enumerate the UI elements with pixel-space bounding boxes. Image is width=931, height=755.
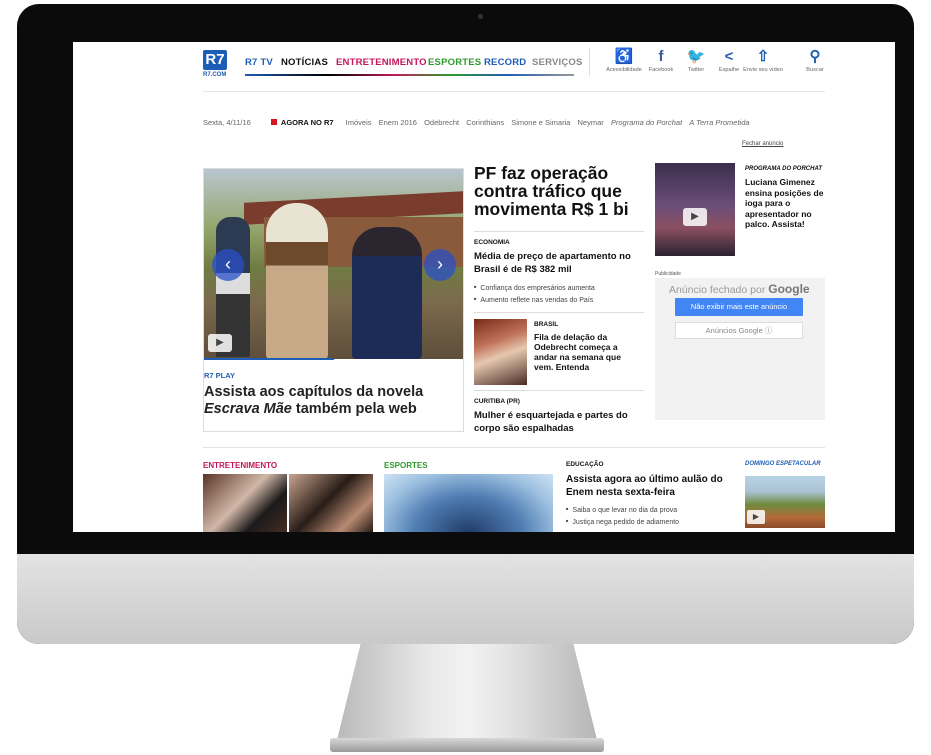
facebook-icon: f xyxy=(658,48,664,65)
accessibility-button[interactable]: ♿ Acessibilidade xyxy=(604,48,644,73)
facebook-button[interactable]: f Facebook xyxy=(641,48,681,73)
r7-logo-sub: R7.COM xyxy=(203,72,227,78)
trending-link[interactable]: Enem 2016 xyxy=(379,118,417,127)
google-ads-button[interactable]: Anúncios Google ⓘ xyxy=(675,322,803,339)
play-icon[interactable]: ▶ xyxy=(208,334,232,352)
header-divider xyxy=(203,91,825,92)
date-label: Sexta, 4/11/16 xyxy=(203,118,251,127)
trending-link[interactable]: Imóveis xyxy=(346,118,372,127)
camera-dot xyxy=(478,14,483,19)
related-link[interactable]: Confiança dos empresários aumenta xyxy=(474,282,644,294)
monitor-frame: R7 R7.COM R7 TV NOTÍCIAS ENTRETENIMENTO … xyxy=(17,4,914,644)
trending-link[interactable]: A Terra Prometida xyxy=(689,118,749,127)
story-title[interactable]: Mulher é esquartejada e partes do corpo … xyxy=(474,410,646,435)
browser-screen: R7 R7.COM R7 TV NOTÍCIAS ENTRETENIMENTO … xyxy=(73,42,895,532)
trending-link[interactable]: Corinthians xyxy=(466,118,504,127)
feature-title[interactable]: Assista aos capítulos da novela Escrava … xyxy=(204,384,459,418)
section-label-esportes[interactable]: ESPORTES xyxy=(384,461,428,470)
nav-item-servicos[interactable]: SERVIÇOS xyxy=(532,57,583,68)
feature-hat: R7 PLAY xyxy=(204,371,235,380)
story-bullets: Confiança dos empresários aumenta Aument… xyxy=(474,282,644,305)
close-ad-link[interactable]: Fechar anúncio xyxy=(742,141,783,147)
porchat-thumbnail[interactable]: ▶ xyxy=(655,163,735,256)
trending-bar: Sexta, 4/11/16 AGORA NO R7 Imóveis Enem … xyxy=(203,118,755,127)
trending-link[interactable]: Simone e Simaria xyxy=(511,118,570,127)
porchat-title[interactable]: Luciana Gimenez ensina posições de ioga … xyxy=(745,177,833,230)
entertainment-thumbnail[interactable] xyxy=(203,474,287,532)
story-hat: CURITIBA (PR) xyxy=(474,398,520,405)
live-square-icon xyxy=(270,119,277,125)
accessibility-icon: ♿ xyxy=(614,48,634,65)
education-bullets: Saiba o que levar no dia da prova Justiç… xyxy=(566,504,731,527)
trending-link[interactable]: Neymar xyxy=(578,118,604,127)
play-icon[interactable]: ▶ xyxy=(747,510,765,524)
divider xyxy=(474,312,644,313)
nav-underline xyxy=(245,74,574,76)
upload-video-icon: ⇧ xyxy=(756,48,770,65)
monitor-stand-base xyxy=(330,738,604,752)
nav-item-record[interactable]: RECORD xyxy=(484,57,526,68)
entertainment-thumbnail[interactable] xyxy=(289,474,373,532)
nav-item-esportes[interactable]: ESPORTES xyxy=(428,57,481,68)
ad-label: Publicidade xyxy=(655,271,681,277)
monitor-chin xyxy=(17,554,914,644)
feature-image: ‹ › ▶ xyxy=(204,169,463,359)
nav-divider xyxy=(589,48,590,76)
play-icon[interactable]: ▶ xyxy=(683,208,707,226)
nav-item-noticias[interactable]: NOTÍCIAS xyxy=(281,57,328,68)
related-link[interactable]: Aumento reflete nas vendas do País xyxy=(474,294,644,306)
hide-ad-button[interactable]: Não exibir mais este anúncio xyxy=(675,298,803,316)
related-link[interactable]: Justiça nega pedido de adiamento xyxy=(566,516,731,528)
story-title[interactable]: Fila de delação da Odebrecht começa a an… xyxy=(534,332,639,372)
carousel-progress xyxy=(204,358,334,360)
nav-item-r7tv[interactable]: R7 TV xyxy=(245,57,273,68)
section-divider xyxy=(203,447,825,448)
carousel-prev-icon[interactable]: ‹ xyxy=(212,249,244,281)
domingo-thumbnail[interactable]: ▶ xyxy=(745,476,825,528)
trending-link[interactable]: Odebrecht xyxy=(424,118,459,127)
main-headline[interactable]: PF faz operação contra tráfico que movim… xyxy=(474,164,644,218)
upload-video-button[interactable]: ⇧ Envie seu vídeo xyxy=(743,48,783,73)
related-link[interactable]: Saiba o que levar no dia da prova xyxy=(566,504,731,516)
r7-logo[interactable]: R7 xyxy=(203,50,227,70)
carousel-next-icon[interactable]: › xyxy=(424,249,456,281)
monitor-stand xyxy=(334,644,600,752)
divider xyxy=(474,231,644,232)
domingo-hat: DOMINGO ESPETACULAR xyxy=(745,461,821,467)
sports-thumbnail[interactable] xyxy=(384,474,553,532)
ad-closed-text: Anúncio fechado por Google xyxy=(669,282,810,296)
education-hat: EDUCAÇÃO xyxy=(566,461,604,468)
search-icon: ⚲ xyxy=(809,48,821,65)
section-label-entretenimento[interactable]: ENTRETENIMENTO xyxy=(203,461,277,470)
story-hat: ECONOMIA xyxy=(474,239,510,246)
agora-label: AGORA NO R7 xyxy=(270,118,339,127)
education-title[interactable]: Assista agora ao último aulão do Enem ne… xyxy=(566,473,728,499)
search-button[interactable]: ⚲ Buscar xyxy=(795,48,835,73)
feature-card[interactable]: ‹ › ▶ R7 PLAY Assista aos capítulos da n… xyxy=(203,168,464,432)
story-title[interactable]: Média de preço de apartamento no Brasil … xyxy=(474,251,649,276)
nav-item-entretenimento[interactable]: ENTRETENIMENTO xyxy=(336,57,427,68)
story-hat: BRASIL xyxy=(534,321,559,328)
porchat-hat: PROGRAMA DO PORCHAT xyxy=(745,166,822,172)
trending-link[interactable]: Programa do Porchat xyxy=(611,118,682,127)
story-thumbnail[interactable] xyxy=(474,319,527,385)
divider xyxy=(474,390,644,391)
